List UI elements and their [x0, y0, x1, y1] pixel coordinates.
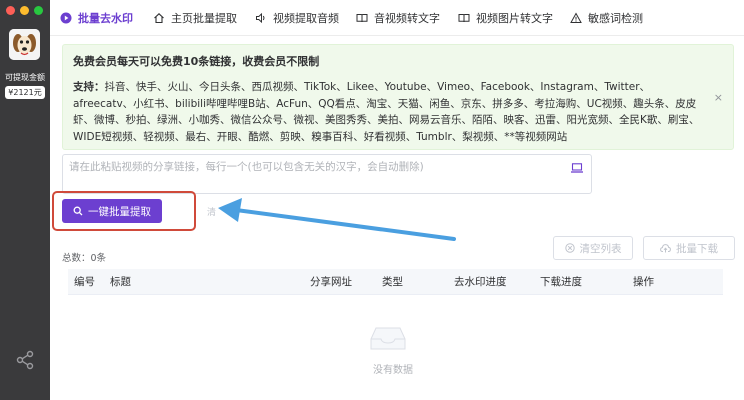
tab-homepage-extract[interactable]: 主页批量提取	[153, 0, 237, 36]
batch-download-button[interactable]: 批量下载	[643, 236, 735, 260]
total-count: 总数：0条	[62, 253, 107, 264]
tab-batch-watermark[interactable]: 批量去水印	[60, 0, 133, 36]
book-icon	[356, 14, 368, 23]
support-sites-text: 抖音、快手、火山、今日头条、西瓜视频、TikTok、Likee、Youtube、…	[73, 81, 700, 143]
search-icon	[73, 206, 83, 216]
batch-extract-label: 一键批量提取	[88, 205, 151, 218]
top-tab-bar: 批量去水印 主页批量提取 视频提取音频 音视频转文字 视频图片转文字 敏感词检测	[50, 0, 744, 36]
book-icon	[458, 14, 470, 23]
tab-label: 视频图片转文字	[476, 12, 553, 25]
support-label: 支持：	[73, 81, 105, 93]
column-header-id: 编号	[74, 276, 95, 288]
tab-video-image-to-text[interactable]: 视频图片转文字	[458, 0, 553, 36]
share-link-field	[62, 154, 592, 194]
tab-av-to-text[interactable]: 音视频转文字	[356, 0, 440, 36]
cash-amount-badge: ¥2121元	[5, 86, 45, 99]
laptop-icon[interactable]	[571, 163, 583, 173]
clear-list-button[interactable]: 清空列表	[553, 236, 633, 260]
tab-label: 批量去水印	[78, 12, 133, 25]
column-header-share-url: 分享网址	[310, 276, 352, 288]
batch-download-label: 批量下载	[676, 242, 718, 255]
column-header-download-progress: 下载进度	[540, 276, 582, 288]
tab-sensitive-words[interactable]: 敏感词检测	[570, 0, 643, 36]
empty-state-text: 没有数据	[373, 365, 413, 376]
maximize-window-button[interactable]	[34, 6, 43, 15]
clear-circle-icon	[564, 243, 575, 253]
close-window-button[interactable]	[6, 6, 15, 15]
play-circle-icon	[60, 12, 72, 24]
share-icon[interactable]	[15, 350, 35, 370]
notice-title: 免费会员每天可以免费10条链接，收费会员不限制	[73, 55, 320, 68]
column-header-actions: 操作	[633, 276, 654, 288]
dog-avatar-icon	[9, 29, 40, 60]
tab-label: 主页批量提取	[171, 12, 237, 25]
tab-extract-audio[interactable]: 视频提取音频	[255, 0, 339, 36]
tab-label: 视频提取音频	[273, 12, 339, 25]
batch-extract-button[interactable]: 一键批量提取	[62, 199, 162, 223]
share-link-input[interactable]	[63, 155, 591, 193]
notice-body: 支持：抖音、快手、火山、今日头条、西瓜视频、TikTok、Likee、Youtu…	[73, 79, 703, 145]
window-controls	[6, 6, 43, 15]
sidebar: 可提现金额 ¥2121元	[0, 0, 50, 400]
tab-label: 敏感词检测	[588, 12, 643, 25]
clear-list-label: 清空列表	[579, 242, 622, 255]
minimize-window-button[interactable]	[20, 6, 29, 15]
column-header-type: 类型	[382, 276, 403, 288]
column-header-watermark-progress: 去水印进度	[454, 276, 507, 288]
cash-label: 可提现金额	[5, 73, 45, 82]
notice-alert: 免费会员每天可以免费10条链接，收费会员不限制 支持：抖音、快手、火山、今日头条…	[62, 44, 734, 150]
speaker-icon	[256, 12, 265, 24]
tab-label: 音视频转文字	[374, 12, 440, 25]
table-header: 编号 标题 分享网址 类型 去水印进度 下载进度 操作	[68, 269, 723, 295]
home-icon	[154, 13, 164, 24]
warning-icon	[570, 12, 582, 23]
empty-inbox-icon	[370, 327, 406, 350]
avatar[interactable]	[9, 29, 40, 60]
annotation-arrow	[218, 198, 456, 241]
cloud-upload-icon	[660, 244, 671, 253]
column-header-title: 标题	[110, 276, 131, 288]
close-icon[interactable]: ×	[714, 91, 723, 104]
